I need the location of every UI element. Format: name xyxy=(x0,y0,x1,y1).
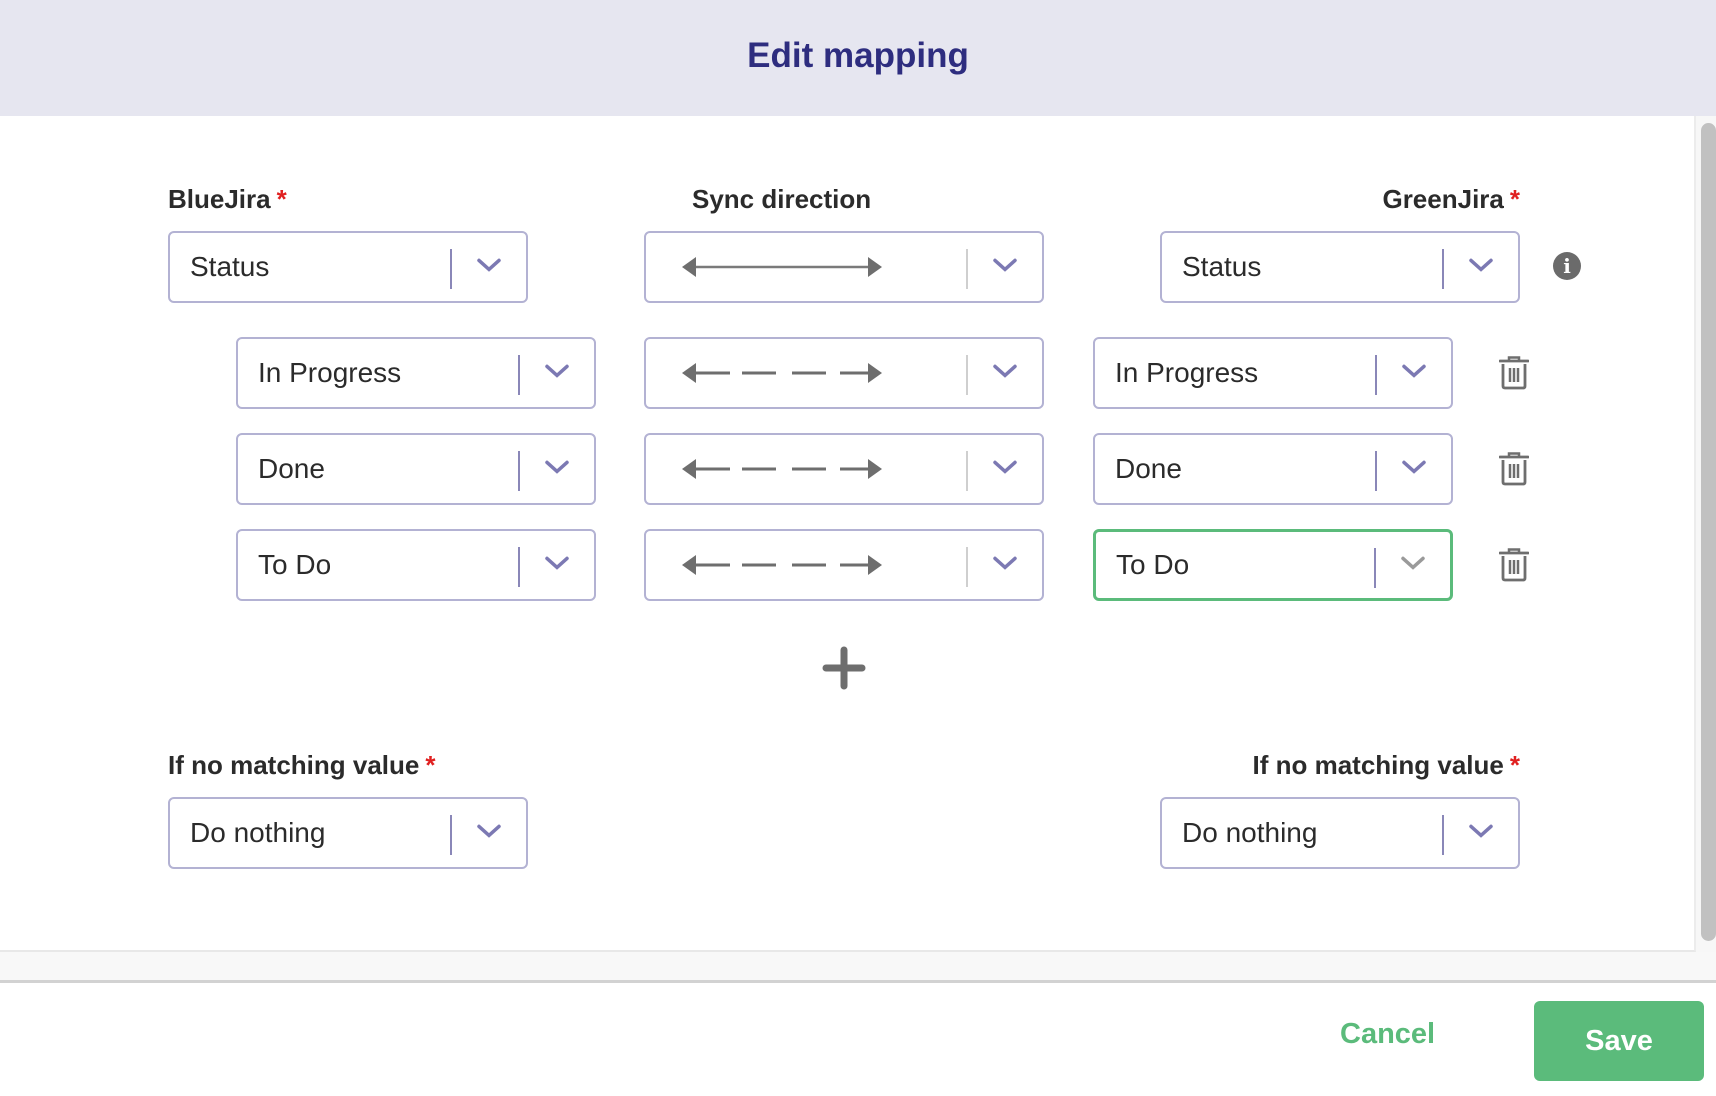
bidirectional-dashed-arrow-icon xyxy=(682,555,882,575)
left-no-match-label: If no matching value * xyxy=(168,750,436,781)
select-separator xyxy=(966,355,968,395)
select-separator xyxy=(966,451,968,491)
required-marker: * xyxy=(1509,750,1520,780)
left-no-match-value: Do nothing xyxy=(190,817,326,848)
left-value-select[interactable]: To Do xyxy=(236,529,596,601)
right-field-value: Status xyxy=(1182,251,1262,282)
value-sync-direction-select[interactable] xyxy=(644,337,1044,409)
plus-icon[interactable] xyxy=(822,646,866,690)
save-button[interactable]: Save xyxy=(1534,1001,1704,1081)
right-value-select[interactable]: Done xyxy=(1093,433,1453,505)
left-value: In Progress xyxy=(258,357,402,388)
trash-icon[interactable] xyxy=(1499,452,1529,486)
chevron-down-icon xyxy=(477,258,501,272)
right-no-match-select[interactable]: Do nothing xyxy=(1160,797,1520,869)
right-field-select[interactable]: Status xyxy=(1160,231,1520,303)
dialog-header: Edit mapping xyxy=(0,0,1716,116)
cancel-button[interactable]: Cancel xyxy=(1340,1018,1435,1051)
left-no-match-label-text: If no matching value xyxy=(168,750,420,780)
select-separator xyxy=(1375,355,1377,395)
select-separator xyxy=(966,547,968,587)
chevron-down-icon xyxy=(993,460,1017,474)
bidirectional-arrow-icon xyxy=(682,257,882,277)
chevron-down-icon xyxy=(993,556,1017,570)
right-value-select[interactable]: In Progress xyxy=(1093,337,1453,409)
right-no-match-value: Do nothing xyxy=(1182,817,1318,848)
chevron-down-icon xyxy=(993,258,1017,272)
info-icon[interactable]: i xyxy=(1553,252,1581,280)
select-separator xyxy=(450,249,452,289)
required-marker: * xyxy=(425,750,436,780)
right-value-select[interactable]: To Do xyxy=(1093,529,1453,601)
value-sync-direction-select[interactable] xyxy=(644,433,1044,505)
required-marker: * xyxy=(276,184,287,214)
left-system-label-text: BlueJira xyxy=(168,184,271,214)
bidirectional-dashed-arrow-icon xyxy=(682,459,882,479)
select-separator xyxy=(518,547,520,587)
left-value-select[interactable]: Done xyxy=(236,433,596,505)
right-value: To Do xyxy=(1116,549,1190,580)
required-marker: * xyxy=(1509,184,1520,214)
left-value: To Do xyxy=(258,549,332,580)
chevron-down-icon xyxy=(1402,460,1426,474)
body-bottom-strip xyxy=(0,952,1716,983)
chevron-down-icon xyxy=(993,364,1017,378)
trash-icon[interactable] xyxy=(1499,548,1529,582)
left-no-match-select[interactable]: Do nothing xyxy=(168,797,528,869)
chevron-down-icon xyxy=(545,460,569,474)
chevron-down-icon xyxy=(1469,824,1493,838)
value-sync-direction-select[interactable] xyxy=(644,529,1044,601)
dialog-title: Edit mapping xyxy=(747,36,969,75)
chevron-down-icon xyxy=(1402,364,1426,378)
chevron-down-icon xyxy=(477,824,501,838)
select-separator xyxy=(1374,548,1376,588)
right-value: Done xyxy=(1115,453,1182,484)
chevron-down-icon xyxy=(1469,258,1493,272)
left-value-select[interactable]: In Progress xyxy=(236,337,596,409)
select-separator xyxy=(450,815,452,855)
chevron-down-icon xyxy=(545,556,569,570)
select-separator xyxy=(1442,815,1444,855)
scrollbar-thumb[interactable] xyxy=(1701,123,1716,941)
sync-direction-label: Sync direction xyxy=(692,184,872,214)
right-system-label: GreenJira * xyxy=(1382,184,1520,215)
select-separator xyxy=(518,355,520,395)
select-separator xyxy=(1375,451,1377,491)
right-system-label-text: GreenJira xyxy=(1382,184,1504,214)
chevron-down-icon xyxy=(1401,556,1425,570)
right-value: In Progress xyxy=(1115,357,1259,388)
field-sync-direction-select[interactable] xyxy=(644,231,1044,303)
select-separator xyxy=(1442,249,1444,289)
left-system-label: BlueJira * xyxy=(168,184,287,215)
chevron-down-icon xyxy=(545,364,569,378)
right-no-match-label-text: If no matching value xyxy=(1252,750,1504,780)
bidirectional-dashed-arrow-icon xyxy=(682,363,882,383)
left-value: Done xyxy=(258,453,325,484)
select-separator xyxy=(966,249,968,289)
select-separator xyxy=(518,451,520,491)
right-no-match-label: If no matching value * xyxy=(1253,750,1521,781)
trash-icon[interactable] xyxy=(1499,356,1529,390)
left-field-select[interactable]: Status xyxy=(168,231,528,303)
left-field-value: Status xyxy=(190,251,270,282)
